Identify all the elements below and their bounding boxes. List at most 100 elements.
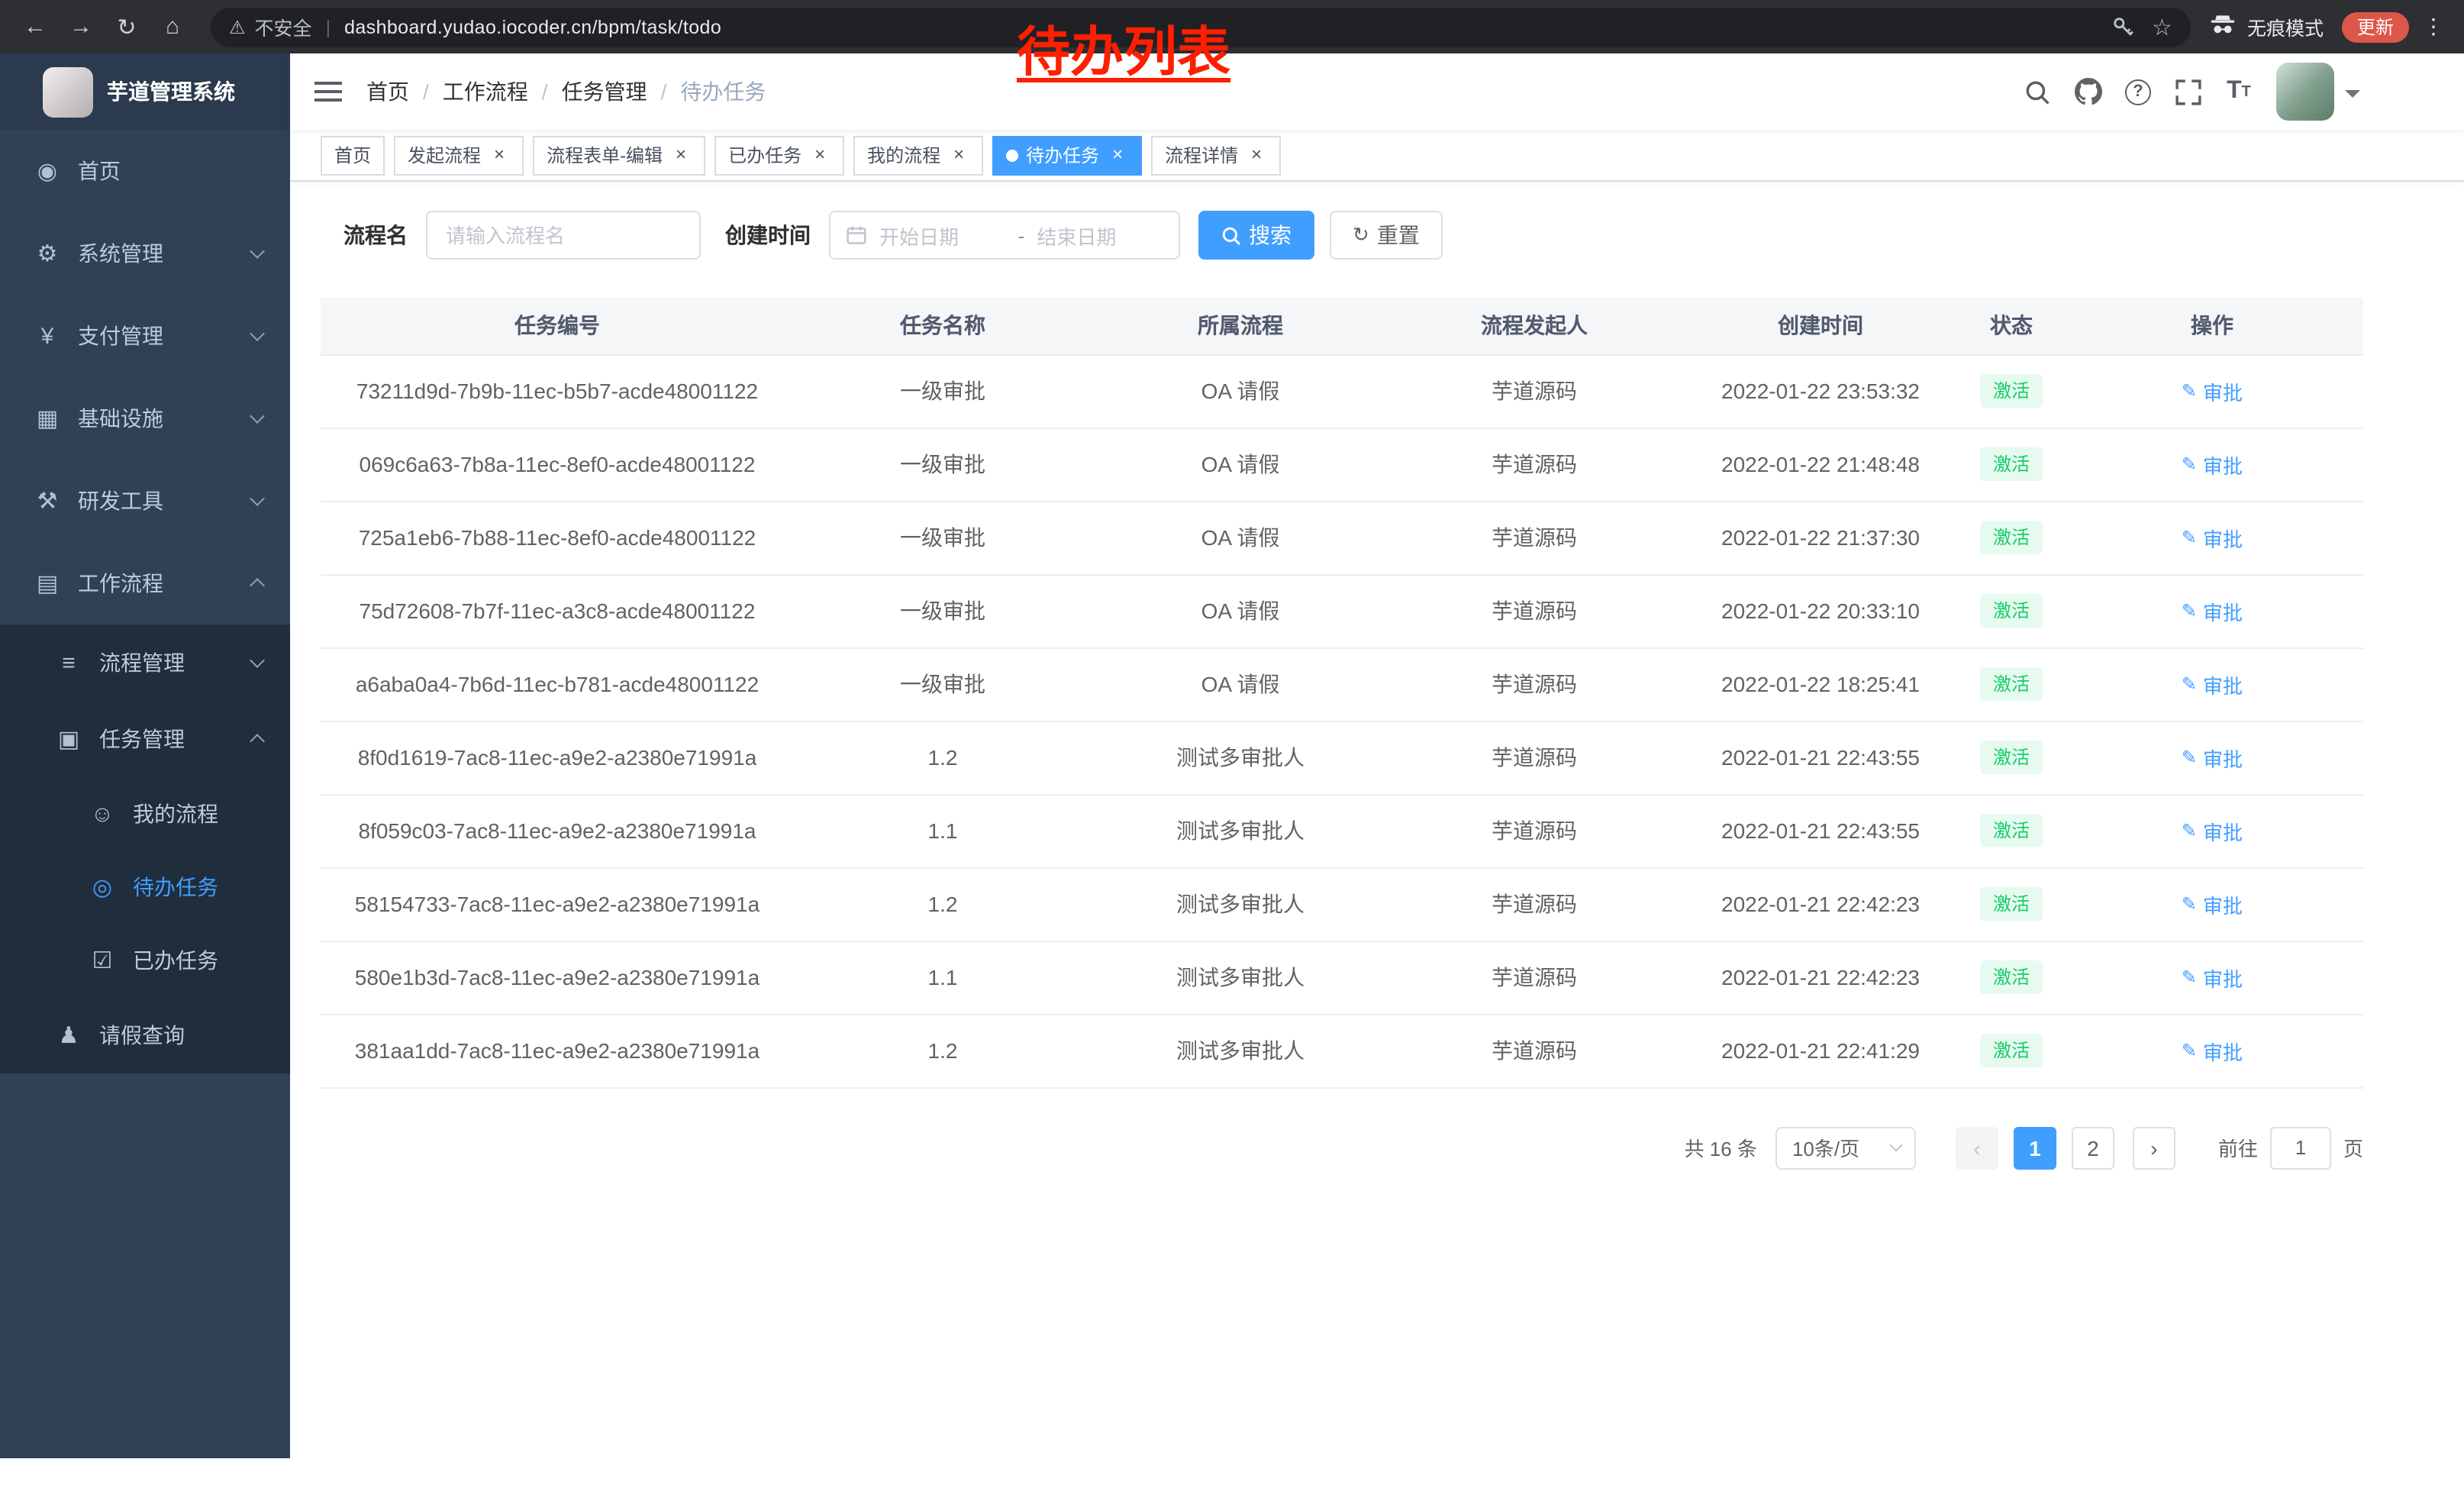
browser-menu-icon[interactable]: ⋮ xyxy=(2418,14,2449,40)
breadcrumb-task-mgmt[interactable]: 任务管理 xyxy=(562,76,647,107)
approve-link[interactable]: ✎ 审批 xyxy=(2182,743,2243,772)
start-date-placeholder[interactable]: 开始日期 xyxy=(879,221,1006,250)
end-date-placeholder[interactable]: 结束日期 xyxy=(1037,221,1163,250)
sidebar-item-infrastructure[interactable]: ▦ 基础设施 xyxy=(0,377,290,460)
cell-process: OA 请假 xyxy=(1092,428,1389,501)
fullscreen-icon[interactable] xyxy=(2163,66,2214,117)
cell-starter: 芋道源码 xyxy=(1389,941,1679,1014)
tab[interactable]: 流程表单-编辑 × xyxy=(533,135,705,175)
sidebar-item-leave-query[interactable]: ♟ 请假查询 xyxy=(0,997,290,1073)
page-size-select[interactable]: 10条/页 xyxy=(1775,1126,1916,1169)
search-icon[interactable] xyxy=(2012,66,2062,117)
tab-close-icon[interactable]: × xyxy=(1246,144,1267,166)
menu-label: 基础设施 xyxy=(78,403,163,434)
cell-created: 2022-01-21 22:43:55 xyxy=(1679,794,1962,867)
tab-close-icon[interactable]: × xyxy=(1107,144,1128,166)
password-key-icon[interactable] xyxy=(2111,15,2133,38)
tab[interactable]: 流程详情 × xyxy=(1151,135,1281,175)
tab-label: 流程详情 xyxy=(1165,142,1238,168)
cell-task-name: 一级审批 xyxy=(794,354,1092,428)
approve-link[interactable]: ✎ 审批 xyxy=(2182,596,2243,625)
chevron-down-icon xyxy=(1889,1139,1902,1152)
sidebar-item-my-process[interactable]: ☺ 我的流程 xyxy=(0,777,290,851)
cell-task-id: 381aa1dd-7ac8-11ec-a9e2-a2380e71991a xyxy=(321,1014,794,1087)
hamburger-icon[interactable] xyxy=(314,79,342,104)
app-logo-image xyxy=(43,66,93,117)
font-size-icon[interactable]: TT xyxy=(2214,66,2264,117)
page-button-1[interactable]: 1 xyxy=(2014,1126,2056,1169)
workflow-submenu: ≡ 流程管理 ▣ 任务管理 ☺ 我的流程 ◎ 待 xyxy=(0,625,290,1073)
breadcrumb-workflow[interactable]: 工作流程 xyxy=(443,76,528,107)
tab[interactable]: 首页 xyxy=(321,135,385,175)
address-bar[interactable]: ⚠ 不安全 | dashboard.yudao.iocoder.cn/bpm/t… xyxy=(211,7,2191,47)
tab-close-icon[interactable]: × xyxy=(948,144,969,166)
search-button[interactable]: 搜索 xyxy=(1198,211,1314,260)
approve-link[interactable]: ✎ 审批 xyxy=(2182,523,2243,552)
next-page-button[interactable]: › xyxy=(2133,1126,2175,1169)
approve-link[interactable]: ✎ 审批 xyxy=(2182,450,2243,479)
cell-task-id: a6aba0a4-7b6d-11ec-b781-acde48001122 xyxy=(321,647,794,721)
table-row: 8f059c03-7ac8-11ec-a9e2-a2380e71991a 1.1… xyxy=(321,794,2363,867)
cell-task-name: 1.1 xyxy=(794,941,1092,1014)
sidebar-item-payment[interactable]: ¥ 支付管理 xyxy=(0,295,290,377)
approve-link[interactable]: ✎ 审批 xyxy=(2182,1036,2243,1065)
status-badge: 激活 xyxy=(1981,374,2042,408)
bookmark-star-icon[interactable]: ☆ xyxy=(2152,13,2172,40)
tab[interactable]: 我的流程 × xyxy=(853,135,983,175)
tab[interactable]: 待办任务 × xyxy=(992,135,1142,175)
not-secure-label[interactable]: 不安全 xyxy=(255,12,312,41)
help-icon[interactable]: ? xyxy=(2113,66,2163,117)
tab[interactable]: 发起流程 × xyxy=(394,135,524,175)
github-icon[interactable] xyxy=(2062,66,2113,117)
breadcrumb: 首页 / 工作流程 / 任务管理 / 待办任务 xyxy=(366,76,766,107)
cell-starter: 芋道源码 xyxy=(1389,574,1679,647)
sidebar-item-process-mgmt[interactable]: ≡ 流程管理 xyxy=(0,625,290,701)
app-logo[interactable]: 芋道管理系统 xyxy=(0,53,290,130)
approve-link[interactable]: ✎ 审批 xyxy=(2182,816,2243,845)
tab-close-icon[interactable]: × xyxy=(809,144,830,166)
page-button-2[interactable]: 2 xyxy=(2072,1126,2114,1169)
prev-page-button[interactable]: ‹ xyxy=(1956,1126,1998,1169)
cell-starter: 芋道源码 xyxy=(1389,794,1679,867)
reset-button[interactable]: ↻ 重置 xyxy=(1330,211,1443,260)
sidebar-item-task-mgmt[interactable]: ▣ 任务管理 xyxy=(0,701,290,777)
status-badge: 激活 xyxy=(1981,887,2042,921)
sidebar-item-home[interactable]: ◉ 首页 xyxy=(0,130,290,212)
browser-back-icon[interactable]: ← xyxy=(15,7,55,47)
caret-down-icon[interactable] xyxy=(2345,90,2360,105)
tab[interactable]: 已办任务 × xyxy=(714,135,844,175)
sidebar-item-done-task[interactable]: ☑ 已办任务 xyxy=(0,924,290,997)
cell-task-id: 8f059c03-7ac8-11ec-a9e2-a2380e71991a xyxy=(321,794,794,867)
sidebar-item-todo-task[interactable]: ◎ 待办任务 xyxy=(0,851,290,924)
process-name-input[interactable] xyxy=(426,211,701,260)
tab-close-icon[interactable]: × xyxy=(670,144,692,166)
table-row: 73211d9d-7b9b-11ec-b5b7-acde48001122 一级审… xyxy=(321,354,2363,428)
tab-close-icon[interactable]: × xyxy=(489,144,510,166)
edit-icon: ✎ xyxy=(2182,1040,2197,1061)
menu-label: 已办任务 xyxy=(133,945,218,976)
cell-task-id: 580e1b3d-7ac8-11ec-a9e2-a2380e71991a xyxy=(321,941,794,1014)
menu-label: 首页 xyxy=(78,156,121,186)
calendar-icon xyxy=(846,224,867,246)
chevron-down-icon xyxy=(250,653,265,668)
avatar[interactable] xyxy=(2276,63,2334,121)
approve-link[interactable]: ✎ 审批 xyxy=(2182,889,2243,918)
sidebar-item-devtools[interactable]: ⚒ 研发工具 xyxy=(0,460,290,542)
gear-icon: ⚙ xyxy=(31,240,64,267)
cell-task-id: 8f0d1619-7ac8-11ec-a9e2-a2380e71991a xyxy=(321,721,794,794)
cell-created: 2022-01-22 21:37:30 xyxy=(1679,501,1962,574)
approve-link[interactable]: ✎ 审批 xyxy=(2182,376,2243,405)
browser-forward-icon[interactable]: → xyxy=(61,7,101,47)
not-secure-warning-icon: ⚠ xyxy=(229,16,246,37)
sidebar-item-workflow[interactable]: ▤ 工作流程 xyxy=(0,542,290,625)
breadcrumb-home[interactable]: 首页 xyxy=(366,76,409,107)
browser-home-icon[interactable]: ⌂ xyxy=(153,7,192,47)
update-button[interactable]: 更新 xyxy=(2342,11,2409,42)
browser-reload-icon[interactable]: ↻ xyxy=(107,7,147,47)
goto-page-input[interactable] xyxy=(2270,1126,2331,1169)
approve-link[interactable]: ✎ 审批 xyxy=(2182,670,2243,699)
date-range-picker[interactable]: 开始日期 - 结束日期 xyxy=(829,211,1180,260)
approve-link[interactable]: ✎ 审批 xyxy=(2182,963,2243,992)
url-text[interactable]: dashboard.yudao.iocoder.cn/bpm/task/todo xyxy=(344,16,721,37)
sidebar-item-system[interactable]: ⚙ 系统管理 xyxy=(0,212,290,295)
